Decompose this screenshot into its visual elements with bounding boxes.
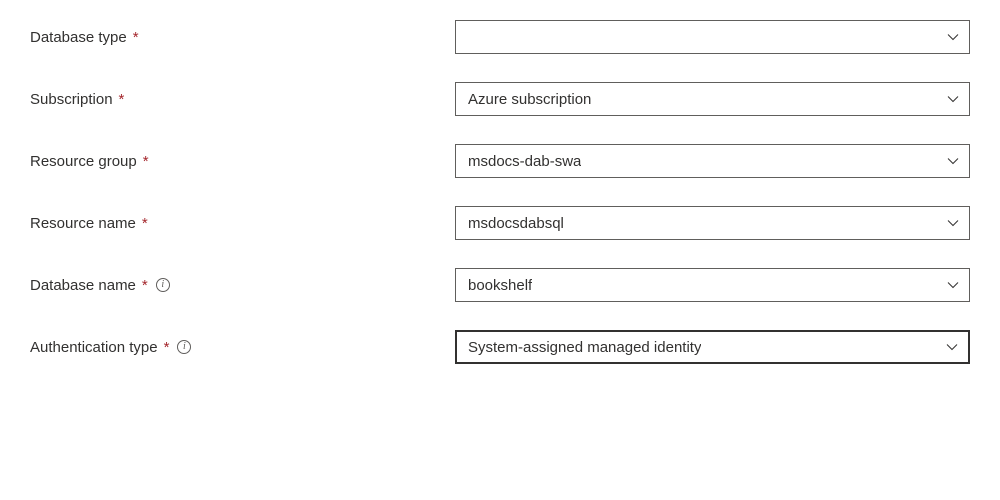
required-indicator: * [133,29,139,46]
label-cell: Subscription * [30,91,455,108]
database-name-label: Database name [30,277,136,294]
chevron-down-icon [947,279,959,291]
label-cell: Resource name * [30,215,455,232]
form-row-resource-group: Resource group * msdocs-dab-swa [30,144,970,178]
form-row-database-name: Database name * i bookshelf [30,268,970,302]
resource-name-value: msdocsdabsql [468,215,564,232]
subscription-value: Azure subscription [468,91,591,108]
info-icon[interactable]: i [177,340,191,354]
resource-name-dropdown[interactable]: msdocsdabsql [455,206,970,240]
database-name-dropdown[interactable]: bookshelf [455,268,970,302]
form-row-database-type: Database type * [30,20,970,54]
resource-group-label: Resource group [30,153,137,170]
label-cell: Database type * [30,29,455,46]
authentication-type-dropdown[interactable]: System-assigned managed identity [455,330,970,364]
database-name-value: bookshelf [468,277,532,294]
required-indicator: * [143,153,149,170]
control-cell: msdocs-dab-swa [455,144,970,178]
chevron-down-icon [947,155,959,167]
database-type-dropdown[interactable] [455,20,970,54]
subscription-dropdown[interactable]: Azure subscription [455,82,970,116]
resource-group-value: msdocs-dab-swa [468,153,581,170]
required-indicator: * [164,339,170,356]
form-row-resource-name: Resource name * msdocsdabsql [30,206,970,240]
resource-group-dropdown[interactable]: msdocs-dab-swa [455,144,970,178]
required-indicator: * [142,277,148,294]
control-cell: msdocsdabsql [455,206,970,240]
authentication-type-label: Authentication type [30,339,158,356]
subscription-label: Subscription [30,91,113,108]
chevron-down-icon [947,93,959,105]
form-row-subscription: Subscription * Azure subscription [30,82,970,116]
authentication-type-value: System-assigned managed identity [468,339,701,356]
label-cell: Resource group * [30,153,455,170]
chevron-down-icon [947,31,959,43]
label-cell: Authentication type * i [30,339,455,356]
database-type-label: Database type [30,29,127,46]
control-cell [455,20,970,54]
chevron-down-icon [947,217,959,229]
control-cell: System-assigned managed identity [455,330,970,364]
required-indicator: * [119,91,125,108]
required-indicator: * [142,215,148,232]
control-cell: bookshelf [455,268,970,302]
control-cell: Azure subscription [455,82,970,116]
form-row-authentication-type: Authentication type * i System-assigned … [30,330,970,364]
chevron-down-icon [946,341,958,353]
resource-name-label: Resource name [30,215,136,232]
label-cell: Database name * i [30,277,455,294]
info-icon[interactable]: i [156,278,170,292]
